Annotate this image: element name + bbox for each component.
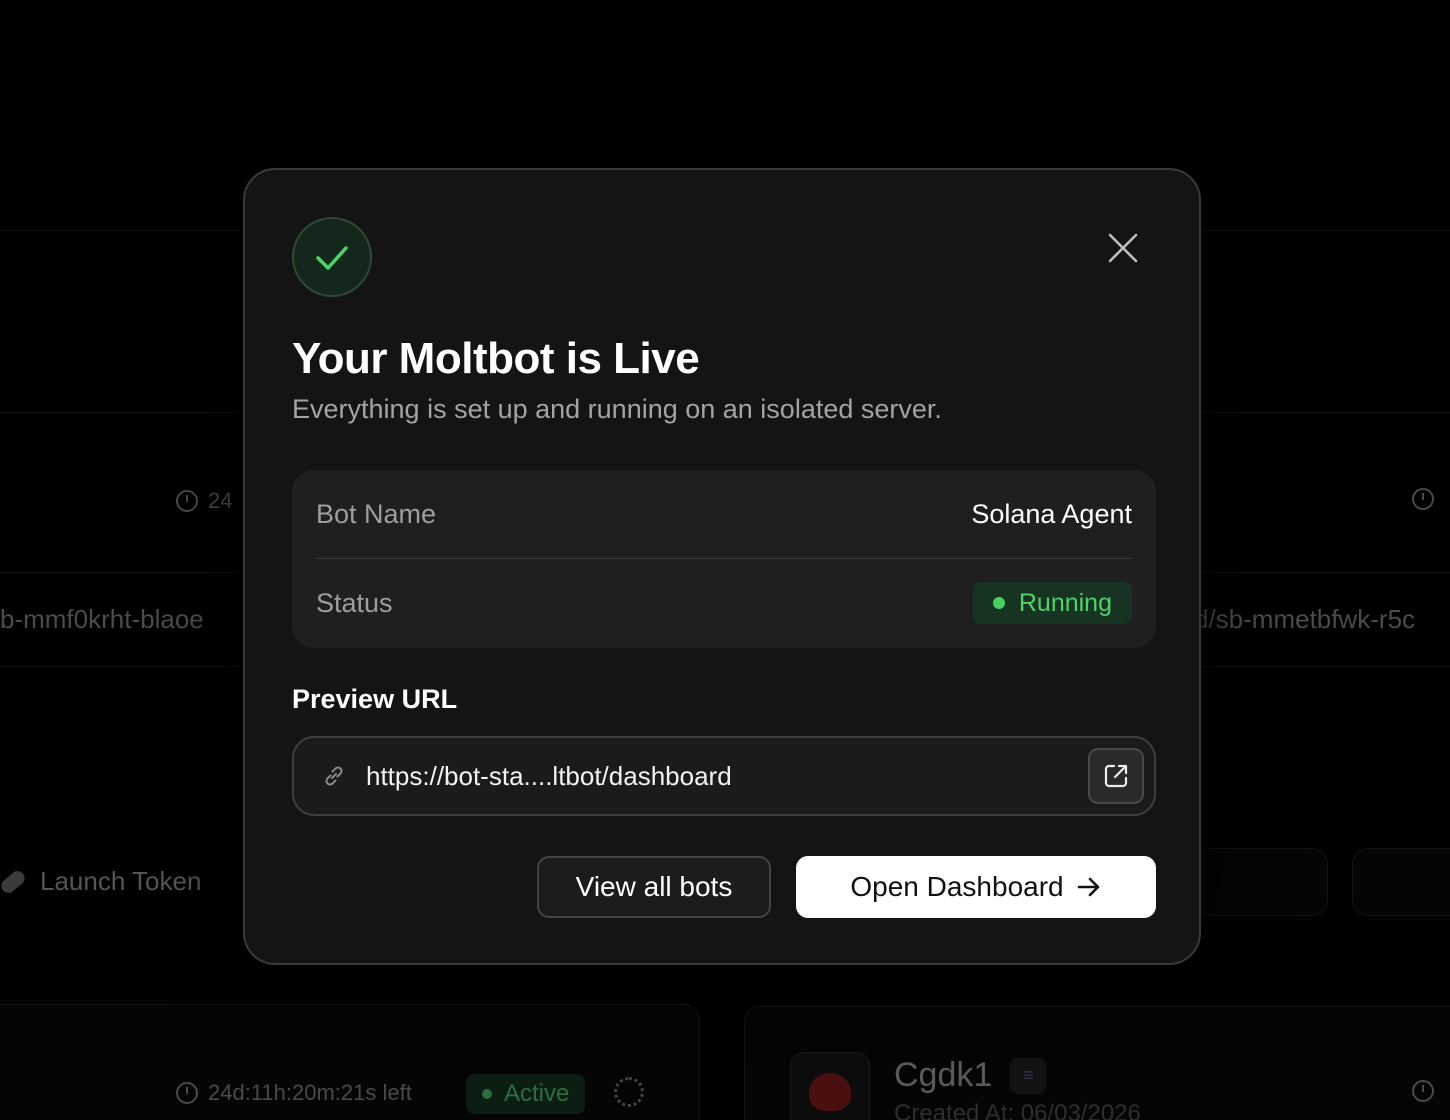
- check-icon: [316, 246, 348, 270]
- bg-card-created: Created At: 06/03/2026: [894, 1100, 1141, 1120]
- bg-active-badge: Active: [466, 1074, 586, 1114]
- status-dot: [482, 1089, 492, 1099]
- solana-icon: ≡: [1010, 1057, 1047, 1094]
- status-value: Running: [1018, 588, 1112, 617]
- bg-timer-right: [1412, 488, 1434, 510]
- bg-active-label: Active: [504, 1080, 570, 1107]
- bg-url-right: d/sb-mmetbfwk-r5c: [1194, 604, 1416, 634]
- pill-icon: [0, 867, 28, 896]
- success-badge: [292, 217, 372, 297]
- bg-button: [1352, 848, 1450, 916]
- modal-title: Your Moltbot is Live: [292, 334, 700, 383]
- bot-name-row: Bot Name Solana Agent: [316, 470, 1132, 558]
- link-icon: [320, 762, 348, 790]
- preview-url-text[interactable]: https://bot-sta....ltbot/dashboard: [366, 761, 1088, 792]
- bg-card-name-text: Cgdk1: [894, 1056, 993, 1094]
- clock-icon: [1412, 488, 1434, 510]
- bg-timer-bottom: 24d:11h:20m:21s left: [176, 1080, 412, 1106]
- bg-timer-text: 24: [208, 488, 233, 513]
- preview-url-label: Preview URL: [292, 684, 458, 714]
- page: 24 b-mmf0krht-blaoe d/sb-mmetbfwk-r5c La…: [0, 0, 1450, 1120]
- arrow-right-icon: [1077, 877, 1099, 897]
- bg-url-left: b-mmf0krht-blaoe: [0, 604, 204, 634]
- external-link-icon: [1104, 764, 1128, 788]
- clock-icon: [176, 1082, 198, 1104]
- bg-launch-token: Launch Token: [0, 866, 201, 897]
- clock-icon: [1412, 1080, 1434, 1102]
- avatar: [790, 1052, 870, 1120]
- close-icon: [1108, 233, 1138, 263]
- open-dashboard-label: Open Dashboard: [850, 871, 1064, 902]
- bot-name-value: Solana Agent: [971, 498, 1132, 529]
- close-button[interactable]: [1103, 228, 1143, 268]
- view-all-bots-button[interactable]: View all bots: [537, 856, 771, 918]
- status-dot: [992, 597, 1005, 609]
- success-modal: Your Moltbot is Live Everything is set u…: [243, 168, 1201, 965]
- bg-button: [1196, 848, 1328, 916]
- status-badge: Running: [972, 582, 1132, 624]
- bot-name-label: Bot Name: [316, 498, 437, 529]
- robot-icon: [809, 1073, 851, 1111]
- bg-timer-right-bottom: [1412, 1080, 1434, 1102]
- status-label: Status: [316, 587, 393, 618]
- bg-timer-text: 24d:11h:20m:21s left: [208, 1080, 412, 1105]
- modal-subtitle: Everything is set up and running on an i…: [292, 394, 942, 424]
- status-row: Status Running: [316, 559, 1132, 647]
- bot-info-card: Bot Name Solana Agent Status Running: [292, 470, 1156, 648]
- clock-icon: [176, 490, 198, 512]
- bg-card-name: Cgdk1 ≡: [894, 1056, 1047, 1095]
- open-external-button[interactable]: [1088, 748, 1144, 804]
- preview-url-field[interactable]: https://bot-sta....ltbot/dashboard: [292, 736, 1156, 816]
- open-dashboard-button[interactable]: Open Dashboard: [796, 856, 1156, 918]
- bg-timer: 24: [176, 488, 232, 514]
- gear-icon: [614, 1077, 644, 1107]
- bg-launch-label: Launch Token: [40, 866, 202, 896]
